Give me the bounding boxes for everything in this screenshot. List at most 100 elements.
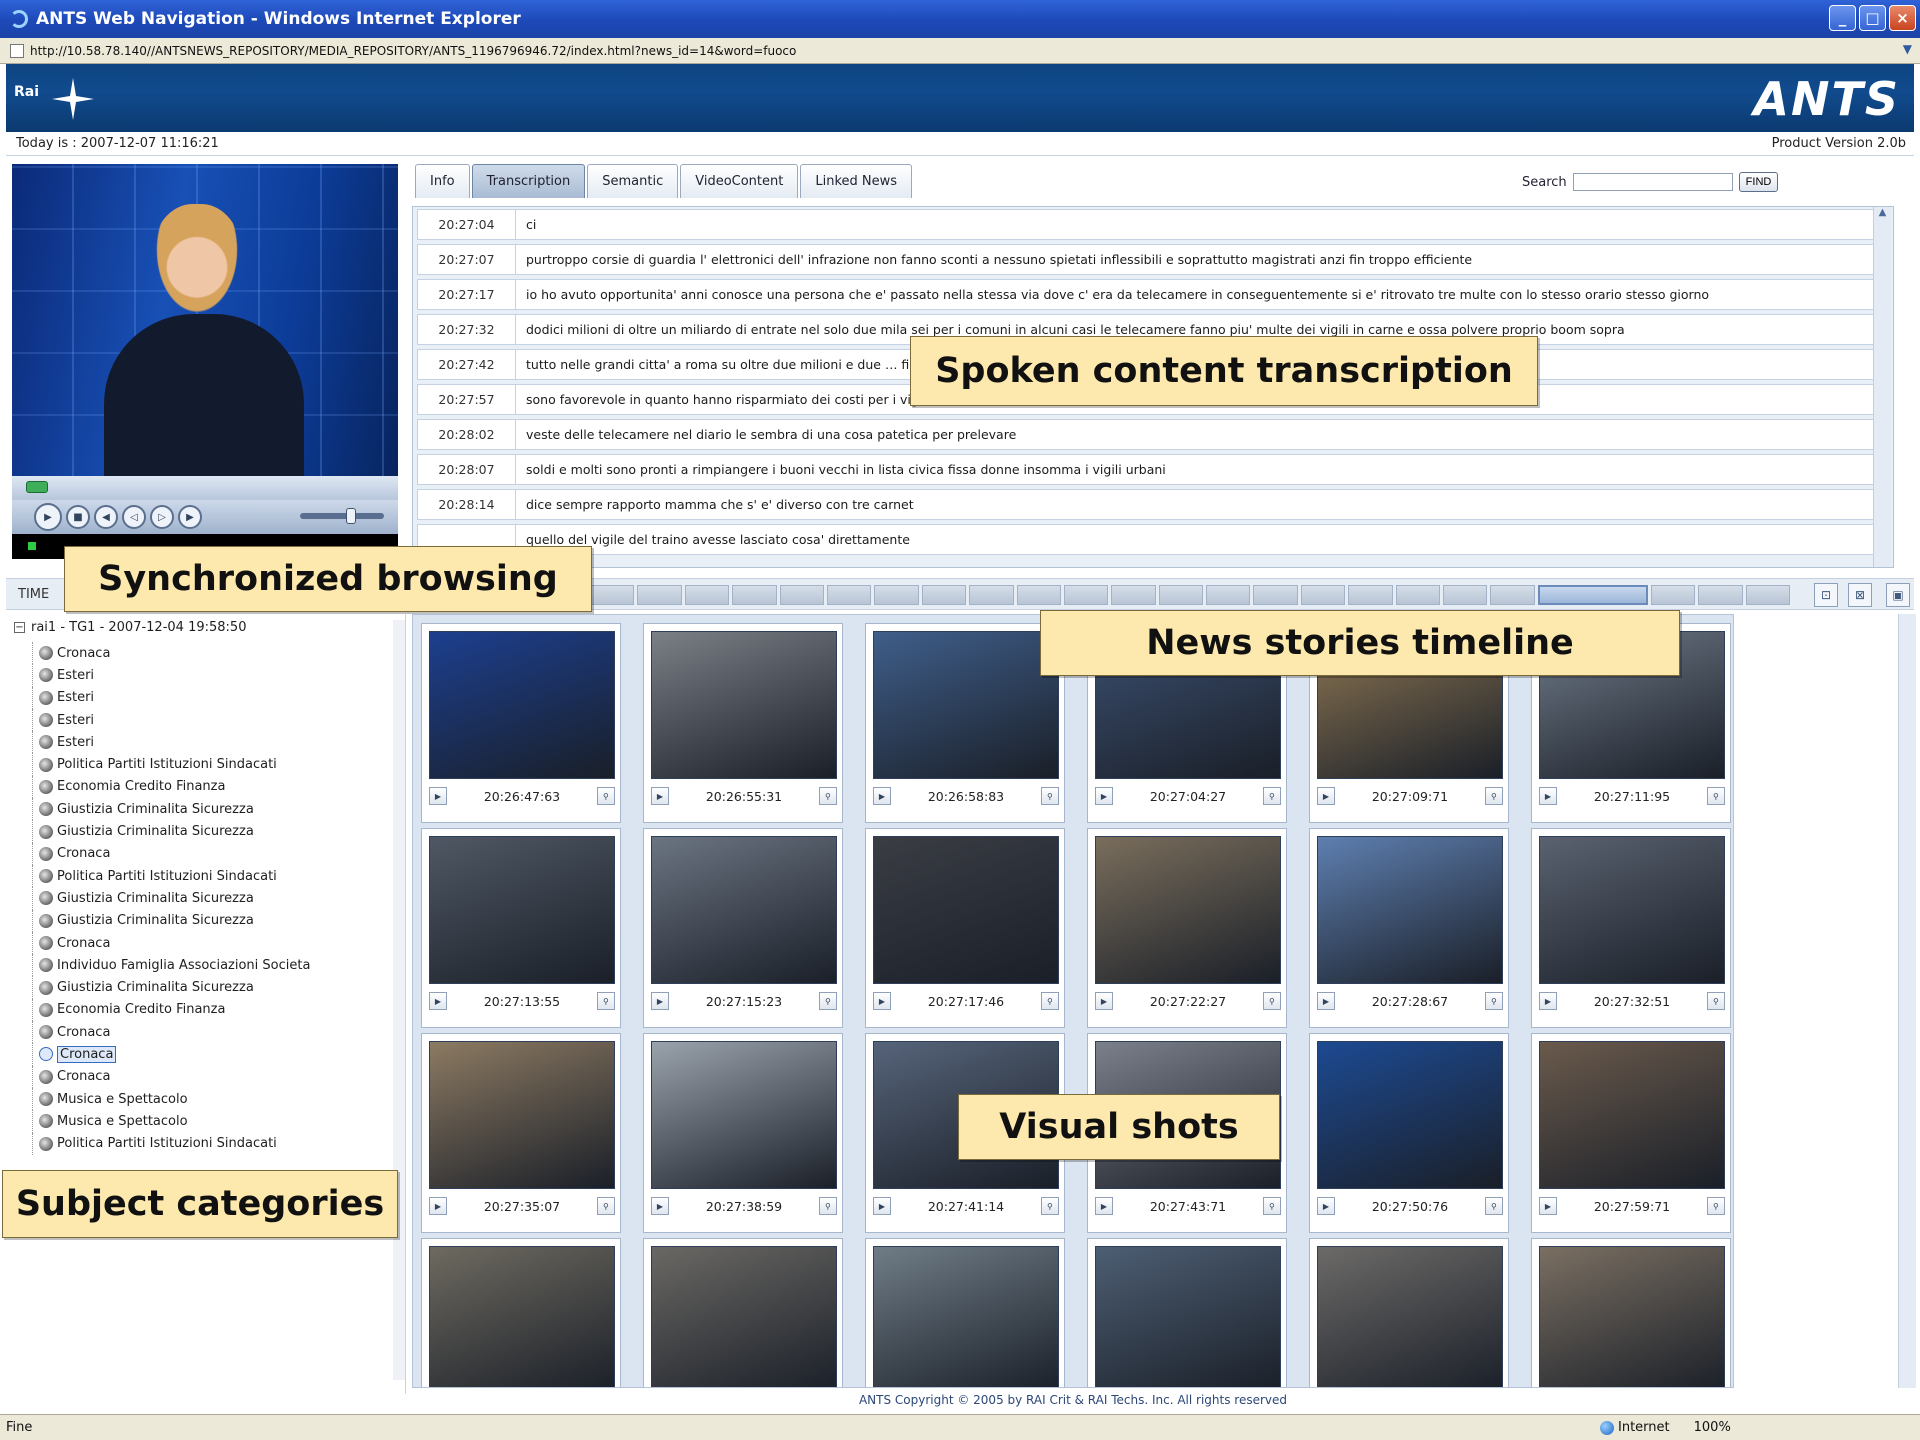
- find-button[interactable]: FIND: [1738, 172, 1779, 192]
- previous-icon[interactable]: ◁: [122, 505, 146, 529]
- tree-item[interactable]: Musica e Spettacolo: [32, 1110, 310, 1133]
- timeline-segment[interactable]: [1253, 585, 1298, 605]
- timeline-segment[interactable]: [1016, 585, 1061, 605]
- timeline-segment[interactable]: [1745, 585, 1790, 605]
- shot-image[interactable]: [1539, 1041, 1725, 1189]
- shot-thumbnail[interactable]: ▶ 20:27:13:55 ⚲: [421, 828, 621, 1028]
- timeline-segment[interactable]: [1698, 585, 1743, 605]
- shot-image[interactable]: [1317, 1041, 1503, 1189]
- shot-image[interactable]: [873, 1246, 1059, 1387]
- shot-thumbnail[interactable]: [1087, 1238, 1287, 1387]
- transcription-row[interactable]: 20:28:02 veste delle telecamere nel diari…: [417, 419, 1889, 450]
- shot-image[interactable]: [1539, 836, 1725, 984]
- zoom-shot-icon[interactable]: ⚲: [1040, 992, 1059, 1010]
- forward-icon[interactable]: ▶: [178, 505, 202, 529]
- tree-item[interactable]: Cronaca: [32, 931, 310, 955]
- shot-thumbnail[interactable]: ▶ 20:27:59:71 ⚲: [1531, 1033, 1731, 1233]
- tree-item[interactable]: Giustizia Criminalita Sicurezza: [32, 887, 310, 910]
- tab-linked-news[interactable]: Linked News: [800, 164, 913, 198]
- tree-item[interactable]: Musica e Spettacolo: [32, 1087, 310, 1111]
- minimize-button[interactable]: _: [1829, 5, 1856, 31]
- transcription-row[interactable]: 20:27:04 ci: [417, 209, 1889, 240]
- play-shot-icon[interactable]: ▶: [1539, 1197, 1557, 1215]
- tree-scrollbar[interactable]: [393, 620, 405, 1380]
- tree-root[interactable]: − rai1 - TG1 - 2007-12-04 19:58:50: [14, 620, 246, 635]
- zoom-shot-icon[interactable]: ⚲: [596, 1197, 615, 1215]
- play-shot-icon[interactable]: ▶: [651, 992, 669, 1010]
- timeline-segment[interactable]: [921, 585, 967, 605]
- scroll-up-icon[interactable]: ▲: [1874, 207, 1891, 225]
- play-shot-icon[interactable]: ▶: [651, 1197, 669, 1215]
- tab-transcription[interactable]: Transcription: [471, 164, 586, 198]
- chevron-down-icon[interactable]: ▼: [1903, 42, 1912, 56]
- video-player[interactable]: ▶ ■ ◀ ◁ ▷ ▶: [12, 164, 398, 559]
- timeline-segment[interactable]: [1348, 585, 1393, 605]
- shot-image[interactable]: [1095, 836, 1281, 984]
- shot-thumbnail[interactable]: ▶ 20:26:55:31 ⚲: [643, 623, 843, 823]
- play-shot-icon[interactable]: ▶: [1317, 787, 1335, 805]
- video-frame[interactable]: [12, 164, 398, 476]
- zoom-shot-icon[interactable]: ⚲: [1484, 992, 1503, 1010]
- tree-item[interactable]: Cronaca: [32, 842, 310, 865]
- collapse-icon[interactable]: −: [14, 622, 25, 633]
- fit-icon[interactable]: ▣: [1886, 583, 1910, 607]
- seek-handle[interactable]: [26, 481, 48, 493]
- seek-bar[interactable]: [12, 476, 398, 500]
- shot-image[interactable]: [651, 631, 837, 779]
- shot-image[interactable]: [873, 631, 1059, 779]
- gallery-scrollbar[interactable]: [1898, 614, 1916, 1388]
- shot-thumbnail[interactable]: ▶ 20:27:35:07 ⚲: [421, 1033, 621, 1233]
- shot-thumbnail[interactable]: [865, 1238, 1065, 1387]
- zoom-shot-icon[interactable]: ⚲: [596, 787, 615, 805]
- zoom-shot-icon[interactable]: ⚲: [818, 992, 837, 1010]
- tree-item[interactable]: Esteri: [32, 664, 310, 687]
- transcription-row[interactable]: 20:28:14 dice sempre rapporto mamma che s…: [417, 489, 1889, 520]
- timeline-segment[interactable]: [732, 585, 777, 605]
- address-url[interactable]: http://10.58.78.140//ANTSNEWS_REPOSITORY…: [30, 44, 796, 58]
- zoom-shot-icon[interactable]: ⚲: [1040, 787, 1059, 805]
- shot-image[interactable]: [873, 836, 1059, 984]
- shot-thumbnail[interactable]: [421, 1238, 621, 1387]
- shot-image[interactable]: [651, 836, 837, 984]
- shot-thumbnail[interactable]: ▶ 20:27:50:76 ⚲: [1309, 1033, 1509, 1233]
- shot-image[interactable]: [429, 1041, 615, 1189]
- zoom-shot-icon[interactable]: ⚲: [1262, 992, 1281, 1010]
- timeline-segment[interactable]: [590, 585, 635, 605]
- play-shot-icon[interactable]: ▶: [1095, 992, 1113, 1010]
- shot-thumbnail[interactable]: ▶ 20:27:15:23 ⚲: [643, 828, 843, 1028]
- shot-image[interactable]: [1095, 1246, 1281, 1387]
- shot-thumbnail[interactable]: [1531, 1238, 1731, 1387]
- tree-item[interactable]: Giustizia Criminalita Sicurezza: [32, 798, 310, 821]
- tree-item[interactable]: Economia Credito Finanza: [32, 998, 310, 1022]
- zoom-in-icon[interactable]: ⊡: [1814, 583, 1838, 607]
- timeline-segment[interactable]: [1490, 585, 1535, 605]
- timeline-segment[interactable]: [1443, 585, 1488, 605]
- tree-item[interactable]: Politica Partiti Istituzioni Sindacati: [32, 864, 310, 888]
- timeline-segment[interactable]: [1650, 585, 1696, 605]
- transcription-row[interactable]: quello del vigile del traino avesse lasc…: [417, 524, 1889, 555]
- zoom-shot-icon[interactable]: ⚲: [818, 787, 837, 805]
- play-shot-icon[interactable]: ▶: [1095, 1197, 1113, 1215]
- next-icon[interactable]: ▷: [150, 505, 174, 529]
- tab-info[interactable]: Info: [415, 164, 470, 198]
- play-shot-icon[interactable]: ▶: [873, 787, 891, 805]
- tab-videocontent[interactable]: VideoContent: [680, 164, 799, 198]
- zoom-level[interactable]: 100%: [1694, 1420, 1731, 1435]
- timeline-segment[interactable]: [1206, 585, 1251, 605]
- shot-thumbnail[interactable]: [643, 1238, 843, 1387]
- zoom-shot-icon[interactable]: ⚲: [1040, 1197, 1059, 1215]
- shot-thumbnail[interactable]: ▶ 20:27:38:59 ⚲: [643, 1033, 843, 1233]
- shot-image[interactable]: [1317, 1246, 1503, 1387]
- timeline-segment[interactable]: [1111, 585, 1156, 605]
- tree-item[interactable]: Giustizia Criminalita Sicurezza: [32, 976, 310, 999]
- transcription-row[interactable]: 20:28:07 soldi e molti sono pronti a rimp…: [417, 454, 1889, 485]
- zoom-shot-icon[interactable]: ⚲: [1262, 787, 1281, 805]
- timeline-segment[interactable]: [874, 585, 919, 605]
- tree-item[interactable]: Esteri: [32, 708, 310, 732]
- play-shot-icon[interactable]: ▶: [429, 787, 447, 805]
- tree-item[interactable]: Giustizia Criminalita Sicurezza: [32, 820, 310, 843]
- shot-image[interactable]: [1317, 836, 1503, 984]
- transcription-row[interactable]: 20:27:17 io ho avuto opportunita' anni co…: [417, 279, 1889, 310]
- play-shot-icon[interactable]: ▶: [873, 992, 891, 1010]
- rewind-icon[interactable]: ◀: [94, 505, 118, 529]
